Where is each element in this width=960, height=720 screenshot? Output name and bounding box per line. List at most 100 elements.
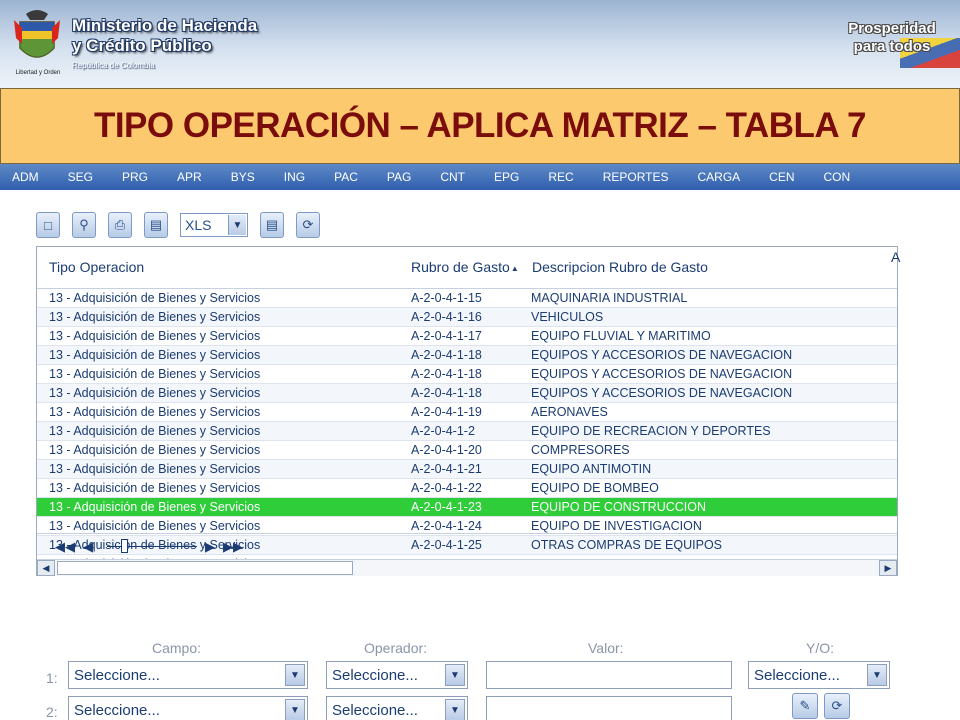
horizontal-scrollbar[interactable]: ◀ ▶ <box>37 559 897 576</box>
table-row[interactable]: 13 - Adquisición de Bienes y Servicios A-… <box>37 289 897 308</box>
cell-descripcion: AERONAVES <box>531 405 608 419</box>
chevron-down-icon[interactable]: ▼ <box>228 215 246 235</box>
chevron-down-icon[interactable]: ▼ <box>285 699 305 720</box>
nav-item-con[interactable]: CON <box>824 170 851 184</box>
column-header-label: Rubro de Gasto <box>411 259 510 275</box>
filter-1-yo-select[interactable]: Seleccione... ▼ <box>748 661 890 689</box>
cell-rubro-gasto: A-2-0-4-1-18 <box>411 386 482 400</box>
table-row[interactable]: 13 - Adquisición de Bienes y Servicios A-… <box>37 308 897 327</box>
filter-2-operador-select[interactable]: Seleccione... ▼ <box>326 696 468 720</box>
filter-1-campo-select[interactable]: Seleccione... ▼ <box>68 661 308 689</box>
chevron-down-icon[interactable]: ▼ <box>445 699 465 720</box>
crest-caption: Libertad y Orden <box>15 70 61 76</box>
nav-item-rec[interactable]: REC <box>548 170 573 184</box>
slogan-line-2: para todos <box>853 38 931 55</box>
slogan-line-1: Prosperidad <box>848 20 936 37</box>
nav-item-epg[interactable]: EPG <box>494 170 519 184</box>
nav-item-prg[interactable]: PRG <box>122 170 148 184</box>
next-page-icon[interactable]: ▶ <box>205 539 215 555</box>
select-value: Seleccione... <box>332 666 418 684</box>
cell-descripcion: MAQUINARIA INDUSTRIAL <box>531 291 688 305</box>
column-header-rubro-gasto[interactable]: Rubro de Gasto▲ <box>411 259 520 275</box>
column-header-tipo-operacion[interactable]: Tipo Operacion <box>49 259 144 275</box>
filter-row-2-label: 2: <box>46 704 58 720</box>
nav-item-pag[interactable]: PAG <box>387 170 411 184</box>
cell-rubro-gasto: A-2-0-4-1-22 <box>411 481 482 495</box>
scroll-right-icon[interactable]: ▶ <box>879 560 897 576</box>
filter-1-operador-select[interactable]: Seleccione... ▼ <box>326 661 468 689</box>
table-row[interactable]: 13 - Adquisición de Bienes y Servicios A-… <box>37 441 897 460</box>
nav-item-pac[interactable]: PAC <box>334 170 358 184</box>
nav-item-cen[interactable]: CEN <box>769 170 794 184</box>
refresh-icon[interactable]: ⟳ <box>296 212 320 238</box>
cell-descripcion: EQUIPOS Y ACCESORIOS DE NAVEGACION <box>531 367 793 381</box>
select-value: Seleccione... <box>332 701 418 719</box>
table-row[interactable]: 13 - Adquisición de Bienes y Servicios A-… <box>37 384 897 403</box>
table-row[interactable]: 13 - Adquisición de Bienes y Servicios A-… <box>37 346 897 365</box>
print-icon[interactable]: ⎙ <box>108 212 132 238</box>
column-header-label: Descripcion Rubro de Gasto <box>532 259 708 275</box>
column-header-descripcion[interactable]: Descripcion Rubro de Gasto <box>532 259 708 275</box>
cell-tipo-operacion: 13 - Adquisición de Bienes y Servicios <box>49 424 261 438</box>
nav-item-reportes[interactable]: REPORTES <box>603 170 669 184</box>
select-value: Seleccione... <box>74 701 160 719</box>
table-row[interactable]: 13 - Adquisición de Bienes y Servicios A-… <box>37 460 897 479</box>
slogan-logo: Prosperidad para todos <box>838 20 946 64</box>
table-row[interactable]: 13 - Adquisición de Bienes y Servicios A-… <box>37 365 897 384</box>
page-slider[interactable] <box>107 539 197 553</box>
ministry-name: Ministerio de Hacienda y Crédito Público <box>72 16 257 56</box>
nav-item-apr[interactable]: APR <box>177 170 202 184</box>
cell-tipo-operacion: 13 - Adquisición de Bienes y Servicios <box>49 405 261 419</box>
data-grid: Tipo Operacion Rubro de Gasto▲ Descripci… <box>36 246 900 576</box>
table-row[interactable]: 13 - Adquisición de Bienes y Servicios A-… <box>37 403 897 422</box>
cell-tipo-operacion: 13 - Adquisición de Bienes y Servicios <box>49 443 261 457</box>
save-icon[interactable]: ▤ <box>144 212 168 238</box>
cell-descripcion: EQUIPO DE CONSTRUCCION <box>531 500 707 514</box>
export-format-value: XLS <box>185 217 212 233</box>
column-header-label: Tipo Operacion <box>49 259 145 275</box>
cell-descripcion: EQUIPO FLUVIAL Y MARITIMO <box>531 329 711 343</box>
nav-item-seg[interactable]: SEG <box>68 170 93 184</box>
clear-filter-icon[interactable]: ✎ <box>792 693 818 719</box>
table-row[interactable]: 13 - Adquisición de Bienes y Servicios A-… <box>37 498 897 517</box>
filter-2-campo-select[interactable]: Seleccione... ▼ <box>68 696 308 720</box>
main-nav: ADM SEG PRG APR BYS ING PAC PAG CNT EPG REC REPORTE… <box>0 164 960 190</box>
filter-header-valor: Valor: <box>588 640 624 656</box>
nav-item-ing[interactable]: ING <box>284 170 305 184</box>
preview-icon[interactable]: ⚲ <box>72 212 96 238</box>
filter-2-valor-input[interactable] <box>486 696 732 720</box>
export-format-select[interactable]: XLS ▼ <box>180 213 248 237</box>
cell-descripcion: EQUIPOS Y ACCESORIOS DE NAVEGACION <box>531 386 793 400</box>
nav-item-carga[interactable]: CARGA <box>697 170 740 184</box>
cell-tipo-operacion: 13 - Adquisición de Bienes y Servicios <box>49 291 261 305</box>
nav-item-adm[interactable]: ADM <box>12 170 39 184</box>
apply-filter-icon[interactable]: ⟳ <box>824 693 850 719</box>
cell-tipo-operacion: 13 - Adquisición de Bienes y Servicios <box>49 386 261 400</box>
chevron-down-icon[interactable]: ▼ <box>445 664 465 686</box>
table-row[interactable]: 13 - Adquisición de Bienes y Servicios A-… <box>37 327 897 346</box>
select-value: Seleccione... <box>754 666 840 684</box>
filter-1-valor-input[interactable] <box>486 661 732 689</box>
nav-item-cnt[interactable]: CNT <box>440 170 465 184</box>
site-header: Libertad y Orden Ministerio de Hacienda … <box>0 0 960 88</box>
scrollbar-thumb[interactable] <box>57 561 353 575</box>
column-header-truncated[interactable]: A <box>891 249 900 265</box>
last-page-icon[interactable]: ▶▶ <box>223 539 243 555</box>
sort-ascending-icon: ▲ <box>510 263 519 273</box>
chevron-down-icon[interactable]: ▼ <box>867 664 887 686</box>
scroll-left-icon[interactable]: ◀ <box>37 560 55 576</box>
nav-item-bys[interactable]: BYS <box>231 170 255 184</box>
previous-page-icon[interactable]: ◀ <box>83 539 93 555</box>
column-header-label: A <box>891 249 901 265</box>
cell-tipo-operacion: 13 - Adquisición de Bienes y Servicios <box>49 481 261 495</box>
page-slider-handle[interactable] <box>121 539 128 553</box>
export-save-icon[interactable]: ▤ <box>260 212 284 238</box>
select-value: Seleccione... <box>74 666 160 684</box>
cell-rubro-gasto: A-2-0-4-1-15 <box>411 291 482 305</box>
new-document-icon[interactable]: □ <box>36 212 60 238</box>
cell-descripcion: COMPRESORES <box>531 443 630 457</box>
table-row[interactable]: 13 - Adquisición de Bienes y Servicios A-… <box>37 422 897 441</box>
table-row[interactable]: 13 - Adquisición de Bienes y Servicios A-… <box>37 479 897 498</box>
chevron-down-icon[interactable]: ▼ <box>285 664 305 686</box>
first-page-icon[interactable]: ◀◀ <box>55 539 75 555</box>
